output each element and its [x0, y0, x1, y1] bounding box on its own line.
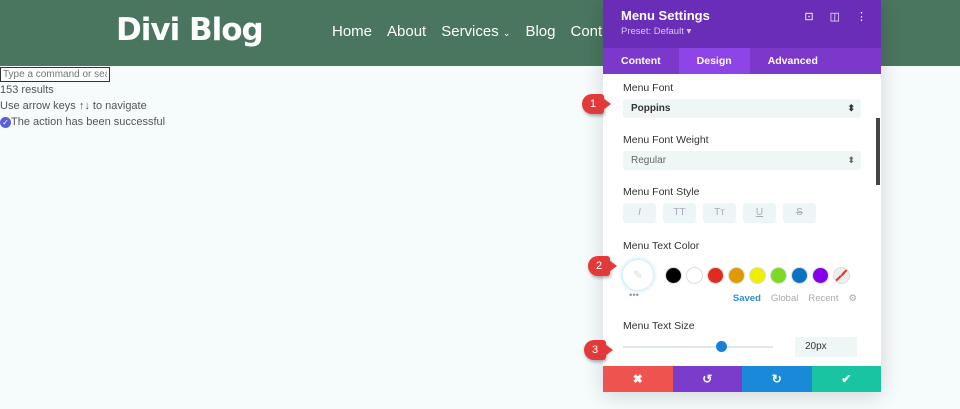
more-options-icon[interactable]: ⋮ [856, 10, 867, 23]
color-swatch[interactable] [728, 266, 745, 284]
step-badge-3: 3 [584, 340, 613, 360]
color-swatch[interactable] [770, 266, 787, 284]
color-swatch[interactable] [665, 266, 682, 284]
menu-text-size-label: Menu Text Size [623, 320, 695, 332]
nav-blog[interactable]: Blog [525, 23, 555, 40]
success-message: ✓ The action has been successful [0, 114, 165, 130]
color-swatch[interactable] [707, 266, 724, 284]
command-input[interactable] [0, 67, 110, 82]
site-logo[interactable]: Divi Blog [116, 12, 264, 48]
redo-button[interactable]: ↻ [742, 366, 812, 392]
sidebar-layout-icon[interactable]: ◫ [830, 10, 840, 23]
nav-about[interactable]: About [387, 23, 426, 40]
step-badge-1: 1 [582, 94, 611, 114]
menu-settings-panel: Menu Settings Preset: Default ▾ ⊡ ◫ ⋮ Co… [603, 0, 881, 392]
cancel-button[interactable]: ✖ [603, 366, 673, 392]
tab-content[interactable]: Content [603, 48, 679, 74]
italic-button[interactable]: I [623, 203, 656, 223]
menu-text-color-label: Menu Text Color [623, 240, 700, 252]
eyedropper-icon: ✎ [632, 268, 644, 282]
success-text: The action has been successful [11, 116, 166, 128]
panel-tabs: Content Design Advanced [603, 48, 881, 74]
slider-thumb[interactable] [715, 341, 727, 352]
nav-home[interactable]: Home [332, 23, 372, 40]
gear-icon[interactable]: ⚙ [848, 293, 857, 304]
capitalize-button[interactable]: Tт [703, 203, 736, 223]
check-circle-icon: ✓ [0, 116, 11, 128]
text-size-slider[interactable] [623, 341, 773, 352]
menu-font-style-label: Menu Font Style [623, 186, 700, 198]
nav-contact[interactable]: Cont [571, 23, 603, 40]
main-nav: Home About Services ⌄ Blog Cont [332, 23, 602, 40]
global-colors-tab[interactable]: Global [771, 293, 798, 304]
saved-colors-tab[interactable]: Saved [733, 293, 761, 304]
nav-services[interactable]: Services ⌄ [441, 23, 510, 40]
color-picker-button[interactable]: ✎ [623, 260, 653, 290]
menu-font-label: Menu Font [623, 82, 674, 94]
color-swatch[interactable] [791, 266, 808, 284]
uppercase-button[interactable]: TT [663, 203, 696, 223]
save-button[interactable]: ✔ [811, 366, 881, 392]
panel-scrollbar[interactable] [876, 118, 880, 185]
command-palette: 153 results Use arrow keys ↑↓ to navigat… [0, 67, 165, 130]
preset-dropdown[interactable]: Preset: Default ▾ [621, 26, 863, 37]
navigation-hint: Use arrow keys ↑↓ to navigate [0, 100, 147, 112]
color-swatch[interactable] [749, 266, 766, 284]
recent-colors-tab[interactable]: Recent [808, 293, 838, 304]
text-size-input[interactable]: 20px [795, 337, 857, 357]
color-swatch[interactable] [686, 266, 703, 284]
strikethrough-button[interactable]: S [783, 203, 816, 223]
no-color-swatch[interactable] [833, 266, 850, 284]
undo-button[interactable]: ↺ [672, 366, 742, 392]
results-count: 153 results [0, 84, 54, 96]
menu-font-weight-label: Menu Font Weight [623, 134, 709, 146]
menu-font-weight-select[interactable]: Regular [623, 151, 861, 170]
panel-footer: ✖ ↺ ↻ ✔ [603, 366, 881, 392]
chevron-down-icon: ⌄ [502, 28, 511, 38]
panel-body: Menu Font Poppins Menu Font Weight Regul… [603, 74, 881, 366]
tab-advanced[interactable]: Advanced [750, 48, 836, 74]
step-badge-2: 2 [588, 256, 617, 276]
underline-button[interactable]: U [743, 203, 776, 223]
more-colors-button[interactable]: ••• [629, 290, 639, 301]
menu-font-select[interactable]: Poppins [623, 99, 861, 118]
tab-design[interactable]: Design [678, 48, 750, 74]
panel-header: Menu Settings Preset: Default ▾ ⊡ ◫ ⋮ [603, 0, 881, 48]
color-swatch[interactable] [812, 266, 829, 284]
focus-icon[interactable]: ⊡ [804, 10, 813, 23]
nav-services-label: Services [441, 23, 499, 40]
